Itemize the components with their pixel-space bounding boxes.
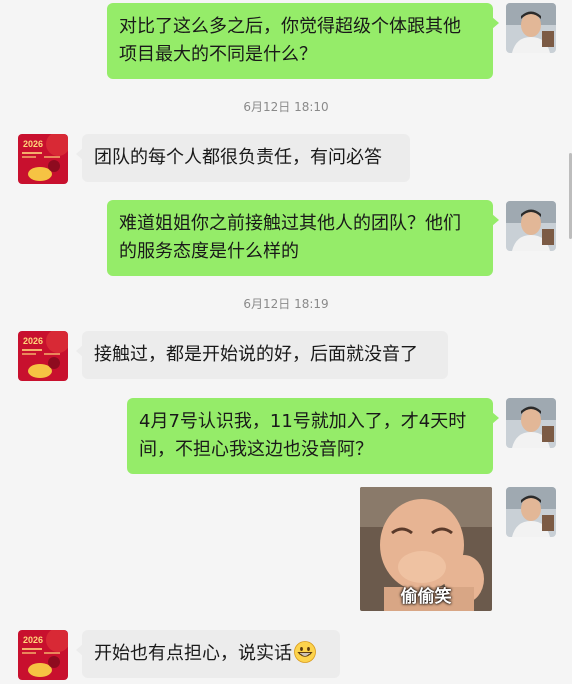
new-year-avatar-icon: 2026 <box>18 134 68 184</box>
svg-text:2026: 2026 <box>23 139 43 149</box>
my-avatar[interactable] <box>506 201 556 251</box>
new-year-avatar-icon: 2026 <box>18 630 68 680</box>
timestamp: 6月12日 18:10 <box>243 100 329 114</box>
grinning-face-icon <box>294 641 316 663</box>
contact-avatar[interactable]: 2026 <box>18 630 68 680</box>
contact-avatar[interactable]: 2026 <box>18 331 68 381</box>
person-photo-icon <box>506 3 556 53</box>
sent-message-bubble[interactable]: 对比了这么多之后，你觉得超级个体跟其他 项目最大的不同是什么？ <box>107 3 499 79</box>
sent-message-bubble[interactable]: 4月7号认识我，11号就加入了，才4天时 间，不担心我这边也没音阿？ <box>127 398 499 474</box>
sticker-caption: 偷偷笑 <box>400 587 452 607</box>
person-photo-icon <box>506 398 556 448</box>
message-text: 开始也有点担心，说实话 <box>94 643 292 664</box>
person-photo-icon <box>506 487 556 537</box>
my-avatar[interactable] <box>506 487 556 537</box>
my-avatar[interactable] <box>506 398 556 448</box>
svg-text:2026: 2026 <box>23 635 43 645</box>
timestamp: 6月12日 18:19 <box>243 297 329 311</box>
contact-avatar[interactable]: 2026 <box>18 134 68 184</box>
sent-message-bubble[interactable]: 难道姐姐你之前接触过其他人的团队？他们 的服务态度是什么样的 <box>107 200 499 276</box>
person-photo-icon <box>506 201 556 251</box>
my-avatar[interactable] <box>506 3 556 53</box>
svg-text:2026: 2026 <box>23 336 43 346</box>
received-message-bubble[interactable]: 接触过，都是开始说的好，后面就没音了 <box>76 331 448 379</box>
sticker-message[interactable]: 偷偷笑 <box>360 487 492 611</box>
new-year-avatar-icon: 2026 <box>18 331 68 381</box>
received-message-bubble[interactable]: 开始也有点担心，说实话 <box>76 630 340 678</box>
chat-window[interactable]: 对比了这么多之后，你觉得超级个体跟其他 项目最大的不同是什么？ 6月12日 18… <box>0 0 572 684</box>
received-message-bubble[interactable]: 团队的每个人都很负责任，有问必答 <box>76 134 410 182</box>
